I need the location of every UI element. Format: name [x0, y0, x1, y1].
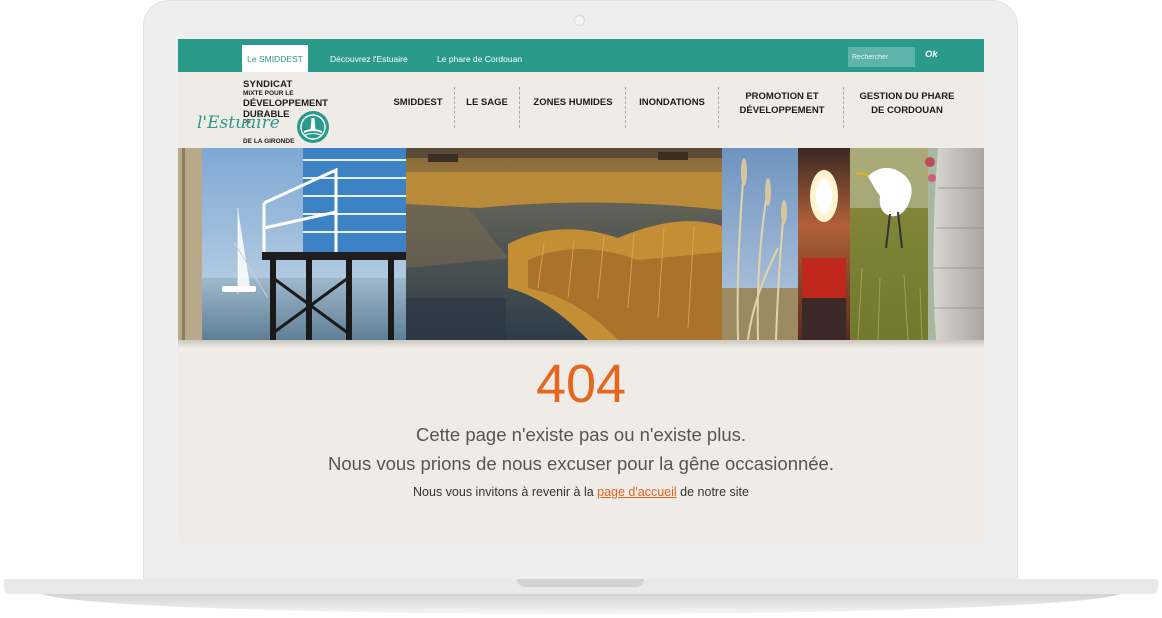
nav-separator [454, 87, 455, 128]
site-logo[interactable]: SYNDICAT MIXTE POUR LE DÉVELOPPEMENT DUR… [196, 78, 336, 148]
logo-line-mixte: MIXTE POUR LE [243, 90, 294, 97]
lighthouse-tower-photo [925, 148, 984, 340]
nav-separator [625, 87, 626, 128]
mainnav-inondations[interactable]: INONDATIONS [634, 96, 710, 110]
mainnav-zones-humides[interactable]: ZONES HUMIDES [528, 96, 618, 110]
topnav-smiddest[interactable]: Le SMIDDEST [242, 45, 308, 72]
photo-banner [178, 148, 984, 340]
laptop-notch [517, 579, 644, 587]
search-ok-button[interactable]: Ok [925, 49, 938, 60]
marsh-reeds-photo [406, 148, 722, 340]
mainnav-gestion-phare[interactable]: GESTION DU PHARE DE CORDOUAN [851, 90, 963, 118]
camera-icon [574, 15, 585, 26]
grass-sky-photo [722, 148, 798, 340]
nav-separator [718, 87, 719, 128]
fishing-hut-photo [178, 148, 406, 340]
error-invite-text: Nous vous invitons à revenir à la page d… [413, 485, 749, 499]
logo-line-gironde: DE LA GIRONDE [243, 138, 295, 145]
topnav-phare-cordouan[interactable]: Le phare de Cordouan [437, 45, 522, 72]
logo-line-syndicat: SYNDICAT [243, 79, 293, 90]
error-code: 404 [535, 354, 627, 414]
lighthouse-emblem-icon [297, 111, 329, 143]
mainnav-promotion-developpement[interactable]: PROMOTION ET DÉVELOPPEMENT [730, 90, 834, 118]
homepage-link[interactable]: page d'accueil [597, 485, 677, 499]
mainnav-le-sage[interactable]: LE SAGE [463, 96, 511, 110]
mainnav-smiddest[interactable]: SMIDDEST [391, 96, 445, 110]
error-message-line1: Cette page n'existe pas ou n'existe plus… [416, 424, 746, 445]
banner-shadow [178, 340, 984, 348]
error-message-line2: Nous vous prions de nous excuser pour la… [328, 453, 834, 474]
nav-separator [519, 87, 520, 128]
logo-script-estuaire: l'Estuaire [197, 113, 280, 133]
top-bar: Le SMIDDEST Découvrez l'Estuaire Le phar… [178, 39, 984, 72]
nav-separator [843, 87, 844, 128]
browser-screen: Le SMIDDEST Découvrez l'Estuaire Le phar… [178, 39, 984, 543]
search-input[interactable] [848, 47, 915, 67]
logo-line-developpement: DÉVELOPPEMENT [243, 98, 328, 109]
lighthouse-lamp-photo [798, 148, 850, 340]
laptop-base-shadow [40, 592, 1122, 614]
topnav-decouvrez-estuaire[interactable]: Découvrez l'Estuaire [330, 45, 408, 72]
egret-photo [850, 148, 928, 340]
site-header: SYNDICAT MIXTE POUR LE DÉVELOPPEMENT DUR… [178, 72, 984, 148]
